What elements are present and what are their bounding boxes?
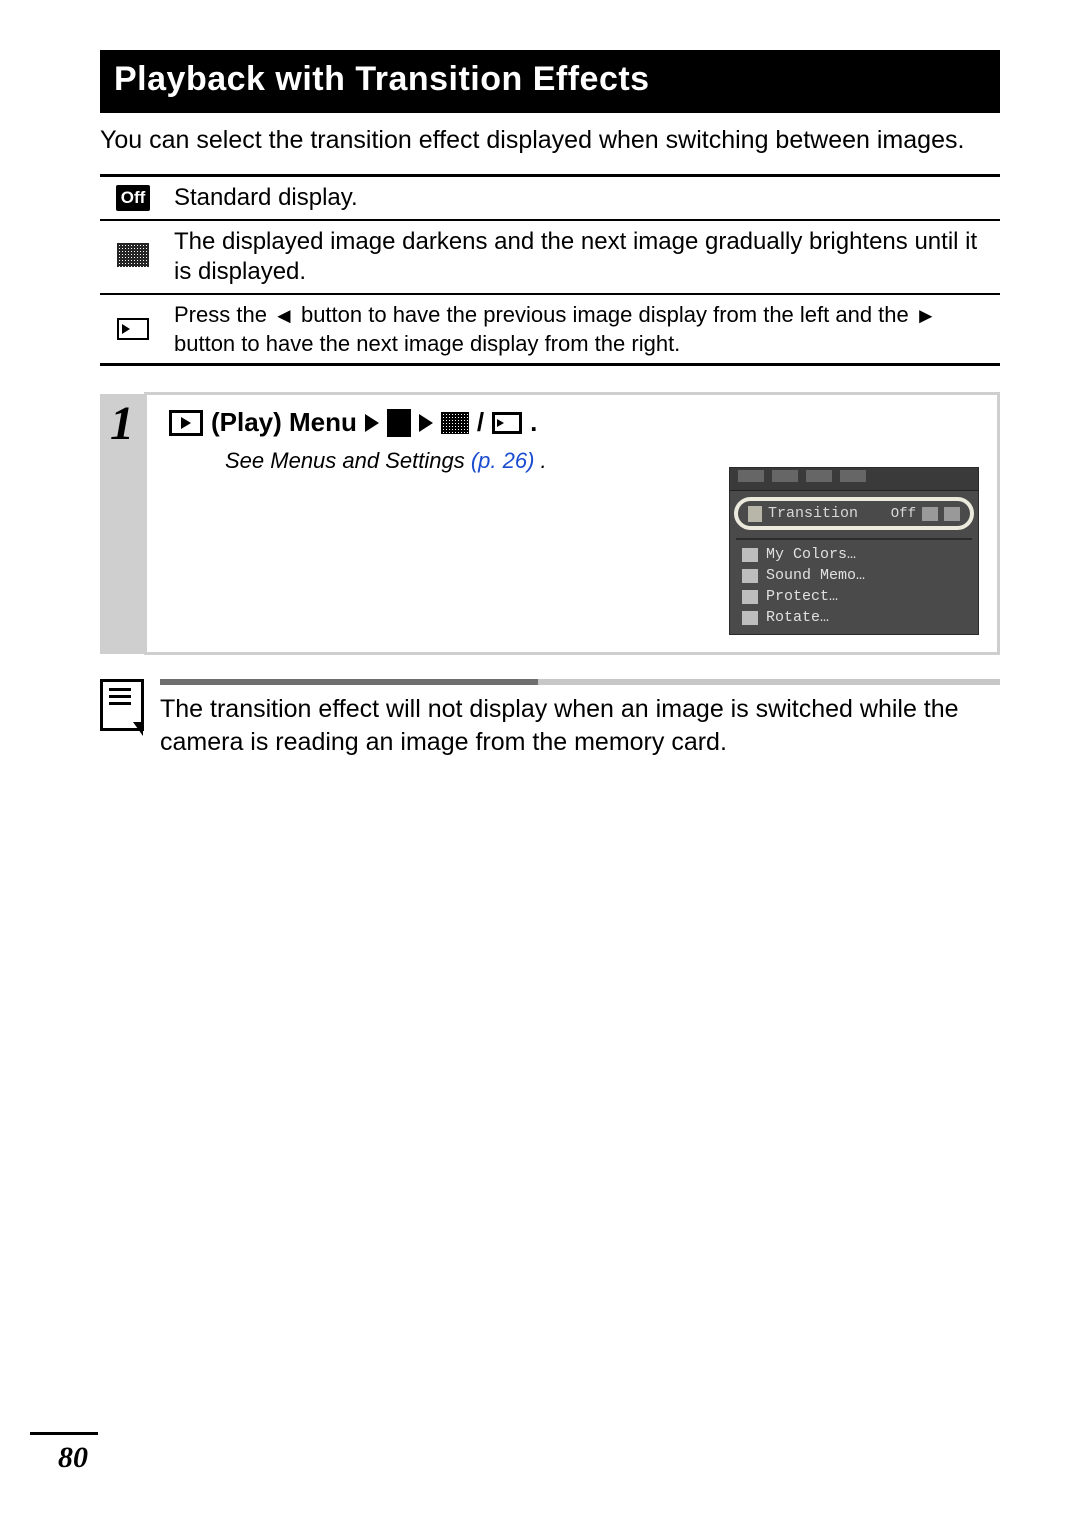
camera-menu-item-label: Protect… — [766, 588, 838, 605]
fade-icon — [117, 243, 149, 267]
camera-tab-bar — [730, 468, 978, 491]
row3-b: button to have the previous image displa… — [301, 302, 915, 327]
fade-glyph-icon — [441, 412, 469, 434]
my-colors-icon — [742, 548, 758, 562]
camera-tab-icon — [806, 470, 832, 482]
step-number: 1 — [110, 397, 134, 450]
row3-a: Press the — [174, 302, 273, 327]
camera-menu-item: Protect… — [730, 586, 978, 607]
camera-menu-selected-row: Transition Off — [734, 497, 974, 530]
play-menu-label: (Play) Menu — [211, 407, 357, 438]
off-icon: Off — [116, 185, 151, 211]
effect-desc-off: Standard display. — [166, 176, 1000, 221]
slash: / — [477, 407, 484, 438]
camera-tab-icon — [840, 470, 866, 482]
transition-option-icon — [944, 507, 960, 521]
camera-menu-item: Rotate… — [730, 607, 978, 628]
page-reference-link[interactable]: (p. 26) — [471, 448, 535, 473]
right-arrow-icon: ► — [915, 302, 937, 330]
camera-menu-item-label: Rotate… — [766, 609, 829, 626]
table-row: Off Standard display. — [100, 176, 1000, 221]
transition-glyph-icon — [387, 409, 411, 437]
camera-menu-item-label: My Colors… — [766, 546, 856, 563]
note-text: The transition effect will not display w… — [160, 693, 1000, 758]
slide-icon-cell — [100, 294, 166, 365]
manual-page: Playback with Transition Effects You can… — [0, 0, 1080, 1521]
slide-icon — [117, 318, 149, 340]
camera-menu-screenshot: Transition Off My Colors… — [729, 467, 979, 635]
see-period: . — [541, 448, 547, 473]
effects-table: Off Standard display. The displayed imag… — [100, 174, 1000, 366]
camera-menu-item: Sound Memo… — [730, 565, 978, 586]
camera-menu-separator — [736, 538, 972, 540]
left-arrow-icon: ◄ — [273, 302, 295, 330]
camera-menu-item: My Colors… — [730, 544, 978, 565]
transition-value: Off — [891, 506, 916, 522]
row3-c: button to have the next image display fr… — [174, 331, 680, 356]
see-prefix: See Menus and Settings — [225, 448, 471, 473]
page-number: 80 — [58, 1441, 88, 1475]
note-block: The transition effect will not display w… — [100, 679, 1000, 758]
step-number-cell: 1 — [100, 394, 146, 654]
page-rule — [30, 1432, 98, 1435]
chevron-right-icon — [419, 414, 433, 432]
table-row: Press the ◄ button to have the previous … — [100, 294, 1000, 365]
protect-icon — [742, 590, 758, 604]
effect-desc-fade: The displayed image darkens and the next… — [166, 220, 1000, 294]
play-icon — [169, 410, 203, 436]
intro-text: You can select the transition effect dis… — [100, 125, 1000, 156]
slide-glyph-icon — [492, 412, 522, 434]
effect-desc-slide: Press the ◄ button to have the previous … — [166, 294, 1000, 365]
transition-option-icon — [922, 507, 938, 521]
transition-row-icon — [748, 506, 762, 522]
sound-memo-icon — [742, 569, 758, 583]
camera-tab-icon — [772, 470, 798, 482]
fade-icon-cell — [100, 220, 166, 294]
transition-label: Transition — [768, 505, 858, 522]
step-instruction: (Play) Menu / . — [169, 407, 981, 438]
note-icon — [100, 679, 144, 731]
section-title: Playback with Transition Effects — [100, 50, 1000, 113]
off-icon-cell: Off — [100, 176, 166, 221]
note-divider — [160, 679, 1000, 685]
table-row: The displayed image darkens and the next… — [100, 220, 1000, 294]
camera-menu-item-label: Sound Memo… — [766, 567, 865, 584]
step-body: (Play) Menu / . See Menus and Settings (… — [146, 394, 999, 654]
camera-tab-icon — [738, 470, 764, 482]
period: . — [530, 407, 537, 438]
rotate-icon — [742, 611, 758, 625]
chevron-right-icon — [365, 414, 379, 432]
step-1: 1 (Play) Menu / . See — [100, 392, 1000, 655]
